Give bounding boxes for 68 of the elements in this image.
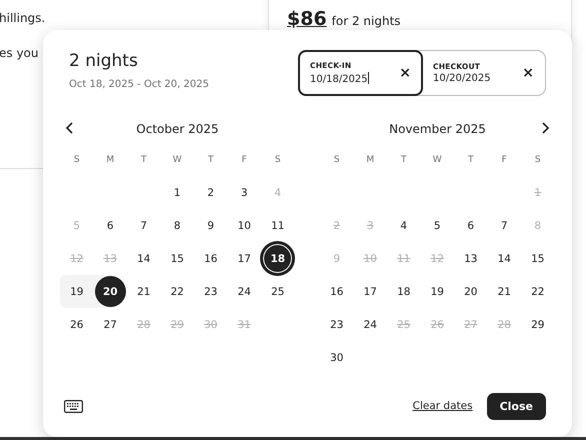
calendar-day[interactable]: 23: [321, 309, 352, 340]
calendar-day[interactable]: 18: [262, 243, 294, 274]
calendar-day[interactable]: 19: [422, 276, 453, 307]
calendar-day[interactable]: 4: [388, 210, 420, 241]
calendar-day[interactable]: 16: [321, 276, 352, 307]
calendar-day[interactable]: 17: [354, 276, 386, 307]
calendar-day[interactable]: 20: [455, 276, 486, 307]
calendar-day[interactable]: 29: [522, 309, 554, 340]
calendar-day[interactable]: 14: [488, 243, 520, 274]
weekday-label: W: [172, 154, 182, 164]
nights-title: 2 nights: [69, 50, 139, 72]
calendar-day[interactable]: 15: [522, 243, 554, 274]
calendar-day[interactable]: 8: [162, 210, 193, 241]
price-link[interactable]: $86: [287, 8, 327, 30]
calendar-day[interactable]: 26: [61, 309, 92, 340]
weekday-label: S: [334, 154, 340, 164]
calendar-day[interactable]: 7: [488, 210, 520, 241]
calendar-day[interactable]: 15: [162, 243, 193, 274]
calendar-day[interactable]: 13: [455, 243, 486, 274]
calendar-day[interactable]: 16: [195, 243, 226, 274]
calendar-day[interactable]: 1: [162, 177, 193, 208]
price-suffix: for 2 nights: [332, 14, 401, 28]
calendar-day[interactable]: 30: [321, 342, 352, 373]
description-text: hillings.: [0, 10, 46, 27]
month-title: November 2025: [389, 122, 486, 136]
calendar-day[interactable]: 14: [128, 243, 160, 274]
weekday-label: T: [141, 154, 146, 164]
calendar-day[interactable]: 6: [455, 210, 486, 241]
weekday-label: W: [432, 154, 442, 164]
close-button[interactable]: Close: [486, 392, 546, 420]
description-text: es you: [0, 45, 38, 62]
weekday-label: F: [502, 154, 507, 164]
calendar-day[interactable]: 5: [422, 210, 453, 241]
calendar-day[interactable]: 2: [195, 177, 226, 208]
calendar-day[interactable]: 25: [262, 276, 294, 307]
previous-month-icon[interactable]: [65, 122, 75, 134]
clear-dates-link[interactable]: Clear dates: [412, 400, 473, 412]
weekday-label: F: [242, 154, 247, 164]
weekday-label: M: [366, 154, 374, 164]
calendar-day[interactable]: 19: [61, 276, 92, 307]
calendar-day[interactable]: 11: [262, 210, 294, 241]
weekday-label: T: [468, 154, 474, 164]
calendar-day[interactable]: 17: [228, 243, 260, 274]
calendar-day[interactable]: 18: [388, 276, 420, 307]
weekday-label: T: [401, 154, 406, 164]
keyboard-icon[interactable]: [64, 400, 83, 412]
calendar-day[interactable]: 22: [162, 276, 193, 307]
weekday-label: S: [74, 154, 80, 164]
calendar-day[interactable]: 24: [354, 309, 386, 340]
calendar-day[interactable]: 3: [228, 177, 260, 208]
calendar-day[interactable]: 27: [94, 309, 126, 340]
calendar-day[interactable]: 23: [195, 276, 226, 307]
weekday-label: M: [106, 154, 114, 164]
calendar-day[interactable]: 21: [128, 276, 160, 307]
weekday-label: S: [534, 154, 541, 164]
calendar-day[interactable]: 21: [488, 276, 520, 307]
calendar-day[interactable]: 22: [522, 276, 554, 307]
calendar-day[interactable]: 6: [94, 210, 126, 241]
calendar-day[interactable]: 24: [228, 276, 260, 307]
date-range-text: Oct 18, 2025 - Oct 20, 2025: [69, 79, 209, 90]
calendar-day[interactable]: 7: [128, 210, 160, 241]
calendar-day[interactable]: 10: [228, 210, 260, 241]
calendar-day[interactable]: 9: [195, 210, 226, 241]
next-month-icon[interactable]: [540, 122, 550, 134]
weekday-label: T: [208, 154, 214, 164]
calendar-day[interactable]: 20: [94, 276, 126, 307]
month-title: October 2025: [136, 122, 219, 136]
weekday-label: S: [274, 154, 281, 164]
